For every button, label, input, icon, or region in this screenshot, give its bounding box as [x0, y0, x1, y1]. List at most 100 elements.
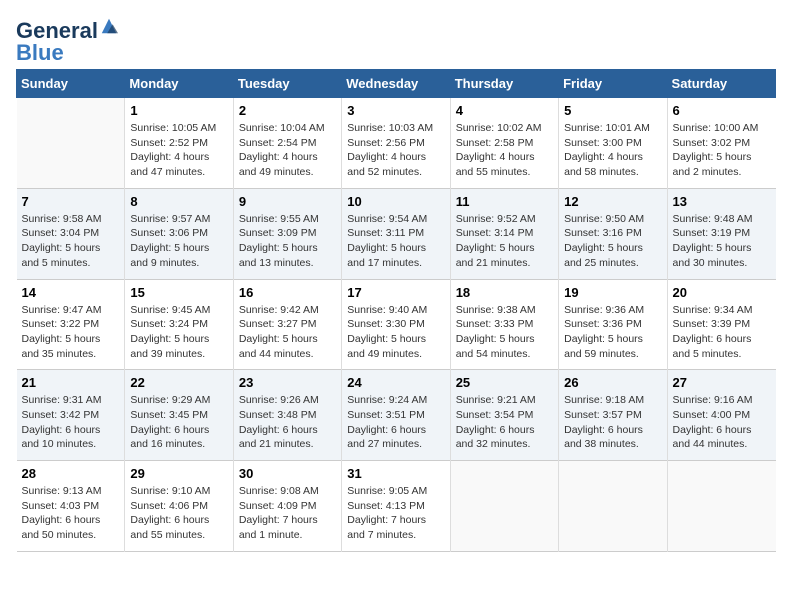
calendar-cell: 5Sunrise: 10:01 AMSunset: 3:00 PMDayligh… [559, 98, 667, 189]
calendar-cell: 12 Sunrise: 9:50 AMSunset: 3:16 PMDayligh… [559, 188, 667, 279]
day-info: Sunrise: 9:26 AMSunset: 3:48 PMDaylight:… [239, 393, 336, 452]
logo-icon [100, 17, 118, 35]
days-of-week-row: SundayMondayTuesdayWednesdayThursdayFrid… [17, 70, 776, 98]
calendar-cell: 23 Sunrise: 9:26 AMSunset: 3:48 PMDayligh… [233, 370, 341, 461]
calendar-cell: 24 Sunrise: 9:24 AMSunset: 3:51 PMDayligh… [342, 370, 450, 461]
day-info: Sunrise: 9:45 AMSunset: 3:24 PMDaylight:… [130, 303, 227, 362]
day-number: 23 [239, 375, 336, 390]
day-number: 27 [673, 375, 771, 390]
day-of-week-thursday: Thursday [450, 70, 558, 98]
day-info: Sunrise: 9:47 AMSunset: 3:22 PMDaylight:… [22, 303, 120, 362]
day-info: Sunrise: 9:24 AMSunset: 3:51 PMDaylight:… [347, 393, 444, 452]
day-info: Sunrise: 9:50 AMSunset: 3:16 PMDaylight:… [564, 212, 661, 271]
day-info: Sunrise: 9:13 AMSunset: 4:03 PMDaylight:… [22, 484, 120, 543]
day-info: Sunrise: 9:54 AMSunset: 3:11 PMDaylight:… [347, 212, 444, 271]
calendar-cell: 6 Sunrise: 10:00 AMSunset: 3:02 PMDayligh… [667, 98, 775, 189]
day-info: Sunrise: 9:36 AMSunset: 3:36 PMDaylight:… [564, 303, 661, 362]
week-row-3: 14 Sunrise: 9:47 AMSunset: 3:22 PMDayligh… [17, 279, 776, 370]
calendar-body: 1 Sunrise: 10:05 AMSunset: 2:52 PMDayligh… [17, 98, 776, 552]
calendar-cell: 8Sunrise: 9:57 AMSunset: 3:06 PMDaylight… [125, 188, 233, 279]
calendar-cell: 1 Sunrise: 10:05 AMSunset: 2:52 PMDayligh… [125, 98, 233, 189]
day-info: Sunrise: 9:57 AMSunset: 3:06 PMDaylight:… [130, 212, 227, 271]
calendar-cell: 11 Sunrise: 9:52 AMSunset: 3:14 PMDayligh… [450, 188, 558, 279]
calendar-cell: 14 Sunrise: 9:47 AMSunset: 3:22 PMDayligh… [17, 279, 125, 370]
day-number: 2 [239, 103, 336, 118]
day-number: 29 [130, 466, 227, 481]
day-of-week-monday: Monday [125, 70, 233, 98]
day-of-week-wednesday: Wednesday [342, 70, 450, 98]
day-number: 31 [347, 466, 444, 481]
day-number: 24 [347, 375, 444, 390]
logo: General Blue [16, 20, 118, 65]
calendar-cell: 2 Sunrise: 10:04 AMSunset: 2:54 PMDayligh… [233, 98, 341, 189]
day-number: 13 [673, 194, 771, 209]
day-info: Sunrise: 9:38 AMSunset: 3:33 PMDaylight:… [456, 303, 553, 362]
week-row-5: 28 Sunrise: 9:13 AMSunset: 4:03 PMDayligh… [17, 461, 776, 552]
calendar-cell: 9 Sunrise: 9:55 AMSunset: 3:09 PMDaylight… [233, 188, 341, 279]
calendar-table: SundayMondayTuesdayWednesdayThursdayFrid… [16, 69, 776, 552]
day-info: Sunrise: 9:42 AMSunset: 3:27 PMDaylight:… [239, 303, 336, 362]
day-info: Sunrise: 9:55 AMSunset: 3:09 PMDaylight:… [239, 212, 336, 271]
day-number: 19 [564, 285, 661, 300]
calendar-cell: 18Sunrise: 9:38 AMSunset: 3:33 PMDayligh… [450, 279, 558, 370]
day-number: 22 [130, 375, 227, 390]
week-row-4: 21 Sunrise: 9:31 AMSunset: 3:42 PMDayligh… [17, 370, 776, 461]
day-number: 14 [22, 285, 120, 300]
day-number: 9 [239, 194, 336, 209]
calendar-cell: 20 Sunrise: 9:34 AMSunset: 3:39 PMDayligh… [667, 279, 775, 370]
day-number: 11 [456, 194, 553, 209]
day-number: 17 [347, 285, 444, 300]
calendar-cell: 27Sunrise: 9:16 AMSunset: 4:00 PMDayligh… [667, 370, 775, 461]
day-info: Sunrise: 9:08 AMSunset: 4:09 PMDaylight:… [239, 484, 336, 543]
calendar-cell: 3Sunrise: 10:03 AMSunset: 2:56 PMDayligh… [342, 98, 450, 189]
calendar-cell: 10Sunrise: 9:54 AMSunset: 3:11 PMDayligh… [342, 188, 450, 279]
day-number: 16 [239, 285, 336, 300]
day-number: 6 [673, 103, 771, 118]
day-info: Sunrise: 10:00 AMSunset: 3:02 PMDaylight… [673, 121, 771, 180]
day-number: 26 [564, 375, 661, 390]
day-number: 1 [130, 103, 227, 118]
day-info: Sunrise: 9:29 AMSunset: 3:45 PMDaylight:… [130, 393, 227, 452]
calendar-cell: 7 Sunrise: 9:58 AMSunset: 3:04 PMDaylight… [17, 188, 125, 279]
day-info: Sunrise: 9:18 AMSunset: 3:57 PMDaylight:… [564, 393, 661, 452]
day-number: 20 [673, 285, 771, 300]
day-of-week-sunday: Sunday [17, 70, 125, 98]
day-of-week-saturday: Saturday [667, 70, 775, 98]
calendar-cell: 28 Sunrise: 9:13 AMSunset: 4:03 PMDayligh… [17, 461, 125, 552]
page-header: General Blue [16, 16, 776, 65]
day-info: Sunrise: 9:10 AMSunset: 4:06 PMDaylight:… [130, 484, 227, 543]
day-info: Sunrise: 9:34 AMSunset: 3:39 PMDaylight:… [673, 303, 771, 362]
calendar-cell [667, 461, 775, 552]
day-info: Sunrise: 10:02 AMSunset: 2:58 PMDaylight… [456, 121, 553, 180]
day-number: 21 [22, 375, 120, 390]
day-number: 30 [239, 466, 336, 481]
day-info: Sunrise: 9:58 AMSunset: 3:04 PMDaylight:… [22, 212, 120, 271]
calendar-cell: 17Sunrise: 9:40 AMSunset: 3:30 PMDayligh… [342, 279, 450, 370]
day-number: 28 [22, 466, 120, 481]
day-info: Sunrise: 10:01 AMSunset: 3:00 PMDaylight… [564, 121, 661, 180]
logo-blue: Blue [16, 40, 64, 65]
day-number: 4 [456, 103, 553, 118]
logo-text: General [16, 20, 98, 42]
calendar-cell: 26 Sunrise: 9:18 AMSunset: 3:57 PMDayligh… [559, 370, 667, 461]
calendar-cell [559, 461, 667, 552]
calendar-cell: 4 Sunrise: 10:02 AMSunset: 2:58 PMDayligh… [450, 98, 558, 189]
calendar-cell: 16 Sunrise: 9:42 AMSunset: 3:27 PMDayligh… [233, 279, 341, 370]
day-info: Sunrise: 9:05 AMSunset: 4:13 PMDaylight:… [347, 484, 444, 543]
day-info: Sunrise: 9:21 AMSunset: 3:54 PMDaylight:… [456, 393, 553, 452]
calendar-cell: 31 Sunrise: 9:05 AMSunset: 4:13 PMDayligh… [342, 461, 450, 552]
day-of-week-tuesday: Tuesday [233, 70, 341, 98]
day-info: Sunrise: 10:05 AMSunset: 2:52 PMDaylight… [130, 121, 227, 180]
day-number: 12 [564, 194, 661, 209]
day-info: Sunrise: 9:52 AMSunset: 3:14 PMDaylight:… [456, 212, 553, 271]
week-row-2: 7 Sunrise: 9:58 AMSunset: 3:04 PMDaylight… [17, 188, 776, 279]
day-info: Sunrise: 9:48 AMSunset: 3:19 PMDaylight:… [673, 212, 771, 271]
day-of-week-friday: Friday [559, 70, 667, 98]
calendar-cell [17, 98, 125, 189]
day-number: 7 [22, 194, 120, 209]
day-number: 25 [456, 375, 553, 390]
calendar-cell: 19 Sunrise: 9:36 AMSunset: 3:36 PMDayligh… [559, 279, 667, 370]
day-info: Sunrise: 10:04 AMSunset: 2:54 PMDaylight… [239, 121, 336, 180]
calendar-cell: 22 Sunrise: 9:29 AMSunset: 3:45 PMDayligh… [125, 370, 233, 461]
day-info: Sunrise: 9:31 AMSunset: 3:42 PMDaylight:… [22, 393, 120, 452]
